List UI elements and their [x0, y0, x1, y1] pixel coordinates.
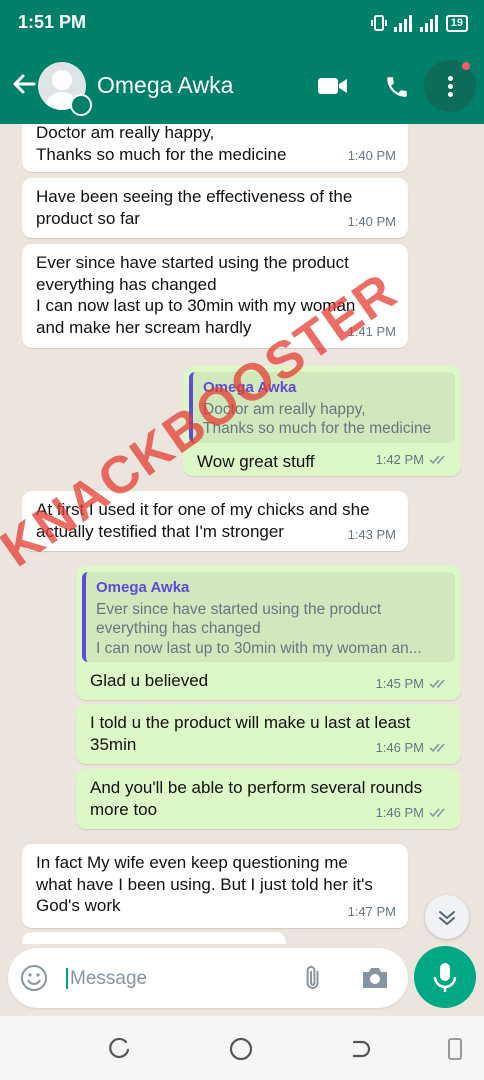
signal-icon-2	[419, 14, 440, 32]
chat-header: Omega Awka	[0, 48, 484, 124]
video-call-icon[interactable]	[318, 76, 348, 96]
system-navigation-bar	[0, 1016, 484, 1080]
message-incoming[interactable]: Have been seeing the effectiveness of th…	[22, 178, 408, 238]
read-ticks-icon	[429, 679, 445, 689]
microphone-icon	[433, 963, 457, 992]
message-text: Have been seeing the effectiveness of th…	[36, 187, 353, 228]
message-time: 1:40 PM	[347, 213, 396, 229]
message-incoming-partial[interactable]	[22, 932, 286, 944]
message-incoming[interactable]: In fact My wife even keep questioning me…	[22, 844, 408, 928]
scroll-to-bottom-button[interactable]	[425, 895, 469, 939]
double-chevron-down-icon	[439, 911, 455, 925]
emoji-icon[interactable]	[20, 964, 48, 992]
voice-call-icon[interactable]	[384, 74, 410, 100]
vibrate-icon	[370, 15, 387, 31]
more-options-button[interactable]	[424, 60, 476, 112]
message-outgoing[interactable]: And you'll be able to perform several ro…	[76, 769, 461, 829]
rotate-icon[interactable]	[444, 1036, 466, 1062]
voice-message-button[interactable]	[414, 946, 476, 1008]
message-time: 1:46 PM	[376, 737, 449, 759]
status-icons: 19	[370, 14, 468, 32]
read-ticks-icon	[429, 455, 445, 465]
message-outgoing[interactable]: I told u the product will make u last at…	[76, 704, 461, 764]
message-time: 1:46 PM	[376, 802, 449, 824]
contact-name[interactable]: Omega Awka	[97, 72, 233, 99]
message-time: 1:43 PM	[347, 526, 396, 542]
read-ticks-icon	[429, 808, 445, 818]
battery-icon: 19	[445, 14, 468, 32]
notification-dot	[462, 62, 470, 70]
home-icon[interactable]	[228, 1036, 254, 1062]
message-time: 1:40 PM	[347, 147, 396, 163]
message-text: In fact My wife even keep questioning me…	[36, 853, 373, 915]
attach-icon[interactable]	[300, 964, 328, 992]
message-outgoing[interactable]: Omega Awka Ever since have started using…	[76, 566, 461, 700]
back-arrow-icon[interactable]	[10, 70, 38, 98]
status-time: 1:51 PM	[18, 12, 87, 32]
recent-apps-icon[interactable]	[108, 1036, 134, 1062]
message-text: Doctor am really happy, Thanks so much f…	[36, 124, 287, 164]
message-input[interactable]: Message	[66, 968, 147, 989]
message-incoming[interactable]: Doctor am really happy, Thanks so much f…	[22, 124, 408, 172]
status-bar: 1:51 PM 19	[0, 0, 484, 48]
message-time: 1:45 PM	[376, 673, 449, 695]
quote-author: Omega Awka	[96, 579, 190, 596]
signal-icon	[393, 14, 414, 32]
quoted-message[interactable]: Omega Awka Ever since have started using…	[82, 572, 455, 662]
read-ticks-icon	[429, 743, 445, 753]
back-nav-icon[interactable]	[348, 1036, 374, 1062]
message-composer[interactable]: Message	[8, 948, 408, 1008]
message-time: 1:42 PM	[376, 449, 449, 471]
message-time: 1:47 PM	[347, 903, 396, 919]
quote-text: Ever since have started using the produc…	[96, 600, 422, 657]
camera-icon[interactable]	[360, 964, 390, 992]
status-badge-icon	[70, 94, 92, 116]
